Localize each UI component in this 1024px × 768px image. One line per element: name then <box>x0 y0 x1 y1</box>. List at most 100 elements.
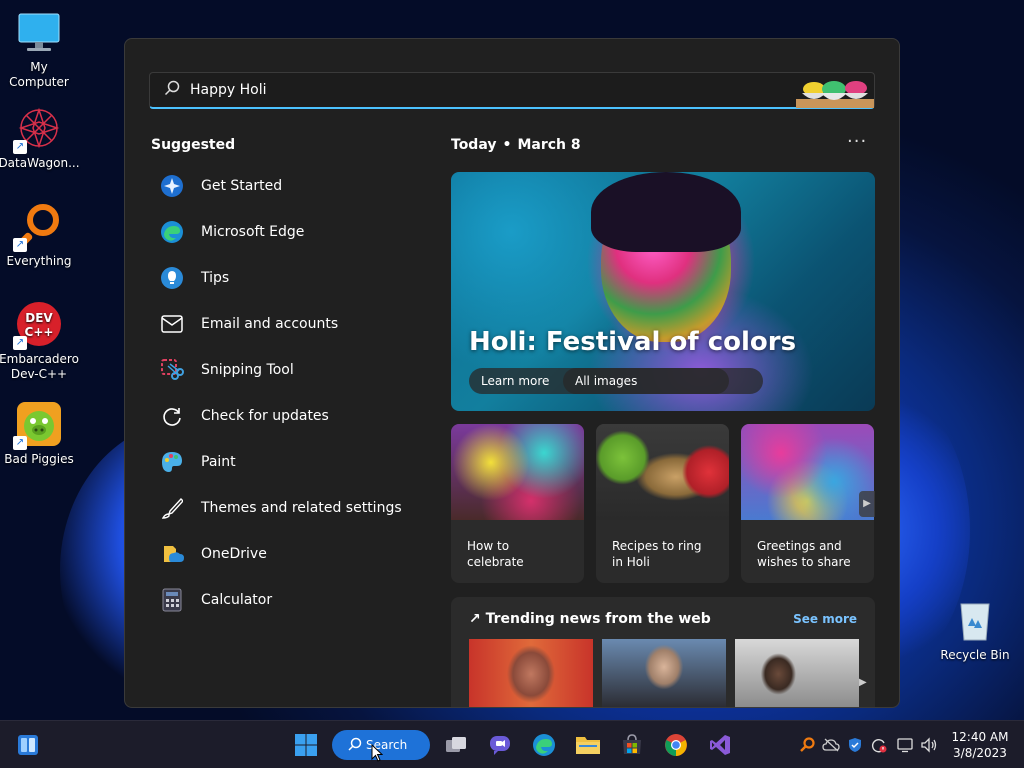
trending-title: ↗ Trending news from the web <box>469 611 711 627</box>
search-box[interactable] <box>149 72 875 109</box>
suggested-item-label: Email and accounts <box>201 316 339 332</box>
mouse-cursor-icon <box>370 743 384 763</box>
everything-search-icon: ↗ <box>13 202 63 252</box>
desktop-icon-bad-piggies[interactable]: ↗ Bad Piggies <box>0 400 78 467</box>
date-label: March 8 <box>517 137 581 153</box>
desktop-icon-my-computer[interactable]: My Computer <box>0 8 78 90</box>
suggested-heading: Suggested <box>151 137 236 153</box>
onedrive-icon <box>159 541 185 567</box>
suggested-item-label: Themes and related settings <box>201 500 402 516</box>
suggested-item-check-updates[interactable]: Check for updates <box>151 393 411 439</box>
taskbar: Search 12:40 AM 3/8/2023 <box>0 720 1024 768</box>
trending-up-icon: ↗ <box>469 611 481 627</box>
snipping-tool-icon <box>159 357 185 383</box>
system-clock[interactable]: 12:40 AM 3/8/2023 <box>948 729 1012 761</box>
trending-news-card: ↗ Trending news from the web See more ▶ <box>451 597 875 707</box>
trending-news-image-2[interactable] <box>602 639 726 707</box>
shortcut-arrow-icon: ↗ <box>13 140 27 154</box>
card-image <box>741 424 874 520</box>
devcpp-icon: DEV C++ ↗ <box>13 300 63 350</box>
desktop-icon-everything[interactable]: ↗ Everything <box>0 202 78 269</box>
onedrive-cloud-icon[interactable] <box>821 735 841 755</box>
bad-piggies-icon: ↗ <box>13 400 63 450</box>
suggested-item-onedrive[interactable]: OneDrive <box>151 531 411 577</box>
chevron-right-icon[interactable]: ▶ <box>859 491 875 517</box>
visual-studio-icon[interactable] <box>704 729 736 761</box>
datawagon-icon: ↗ <box>13 104 63 154</box>
suggested-item-label: Check for updates <box>201 408 329 424</box>
security-shield-icon[interactable] <box>845 735 865 755</box>
trending-news-image-1[interactable] <box>469 639 593 707</box>
today-header: Today • March 8 <box>451 137 581 153</box>
suggested-item-label: Snipping Tool <box>201 362 294 378</box>
suggested-item-label: OneDrive <box>201 546 267 562</box>
brush-icon <box>159 495 185 521</box>
suggested-item-paint[interactable]: Paint <box>151 439 411 485</box>
see-more-link[interactable]: See more <box>793 612 857 626</box>
svg-text:C++: C++ <box>25 325 54 339</box>
widgets-icon[interactable] <box>12 729 44 761</box>
microsoft-store-icon[interactable] <box>616 729 648 761</box>
suggested-list: Get Started Microsoft Edge Tips Email an… <box>151 163 411 623</box>
suggested-item-get-started[interactable]: Get Started <box>151 163 411 209</box>
everything-tray-icon[interactable] <box>797 735 817 755</box>
separator-dot: • <box>502 137 512 153</box>
more-options-icon[interactable]: ··· <box>847 131 867 152</box>
edge-icon[interactable] <box>528 729 560 761</box>
start-windows-icon[interactable] <box>290 729 322 761</box>
chat-teams-icon[interactable] <box>484 729 516 761</box>
suggested-item-email-accounts[interactable]: Email and accounts <box>151 301 411 347</box>
mail-icon <box>159 311 185 337</box>
volume-icon[interactable] <box>919 735 939 755</box>
desktop-icon-label: Bad Piggies <box>4 452 74 466</box>
search-input[interactable] <box>190 82 750 98</box>
card-caption: How to celebrate <box>467 539 524 569</box>
desktop-icon-devcpp[interactable]: DEV C++ ↗ Embarcadero Dev-C++ <box>0 300 79 382</box>
svg-text:DEV: DEV <box>25 311 53 325</box>
refresh-icon <box>159 403 185 429</box>
card-caption: Greetings and wishes to share <box>757 539 851 569</box>
suggested-item-themes[interactable]: Themes and related settings <box>151 485 411 531</box>
shortcut-arrow-icon: ↗ <box>13 336 27 350</box>
chrome-icon[interactable] <box>660 729 692 761</box>
card-caption: Recipes to ring in Holi <box>612 539 702 569</box>
task-view-icon[interactable] <box>440 729 472 761</box>
desktop-icon-recycle-bin[interactable]: Recycle Bin <box>936 596 1014 663</box>
tips-icon <box>159 265 185 291</box>
all-images-button[interactable]: All images <box>563 368 763 394</box>
hero-title: Holi: Festival of colors <box>469 327 797 357</box>
file-explorer-icon[interactable] <box>572 729 604 761</box>
suggested-item-calculator[interactable]: Calculator <box>151 577 411 623</box>
card-how-to-celebrate[interactable]: How to celebrate <box>451 424 584 583</box>
recycle-bin-icon <box>951 596 999 644</box>
desktop-icon-datawagon[interactable]: ↗ DataWagon... <box>0 104 80 171</box>
search-icon <box>348 737 362 754</box>
card-recipes[interactable]: Recipes to ring in Holi <box>596 424 729 583</box>
search-panel: Suggested Get Started Microsoft Edge Tip… <box>124 38 900 708</box>
desktop-icon-label: My Computer <box>9 60 69 89</box>
desktop-icon-label: Recycle Bin <box>940 648 1010 662</box>
suggested-item-snipping-tool[interactable]: Snipping Tool <box>151 347 411 393</box>
search-icon <box>164 80 180 100</box>
shortcut-arrow-icon: ↗ <box>13 238 27 252</box>
suggested-item-microsoft-edge[interactable]: Microsoft Edge <box>151 209 411 255</box>
suggested-item-label: Microsoft Edge <box>201 224 305 240</box>
calculator-icon <box>159 587 185 613</box>
suggested-item-label: Calculator <box>201 592 273 608</box>
network-monitor-icon[interactable] <box>895 735 915 755</box>
desktop-icon-label: Everything <box>6 254 72 268</box>
suggested-item-label: Tips <box>201 270 230 286</box>
shortcut-arrow-icon: ↗ <box>13 436 27 450</box>
trending-news-image-3[interactable] <box>735 639 859 707</box>
today-label: Today <box>451 137 497 153</box>
trending-title-text: Trending news from the web <box>485 611 711 627</box>
clock-date: 3/8/2023 <box>953 746 1007 760</box>
card-image <box>596 424 729 520</box>
get-started-icon <box>159 173 185 199</box>
chevron-right-icon[interactable]: ▶ <box>859 677 867 688</box>
hero-card[interactable]: Holi: Festival of colors Learn more All … <box>451 172 875 411</box>
suggested-item-tips[interactable]: Tips <box>151 255 411 301</box>
paint-icon <box>159 449 185 475</box>
update-warning-icon[interactable] <box>869 735 889 755</box>
card-greetings[interactable]: Greetings and wishes to share <box>741 424 874 583</box>
